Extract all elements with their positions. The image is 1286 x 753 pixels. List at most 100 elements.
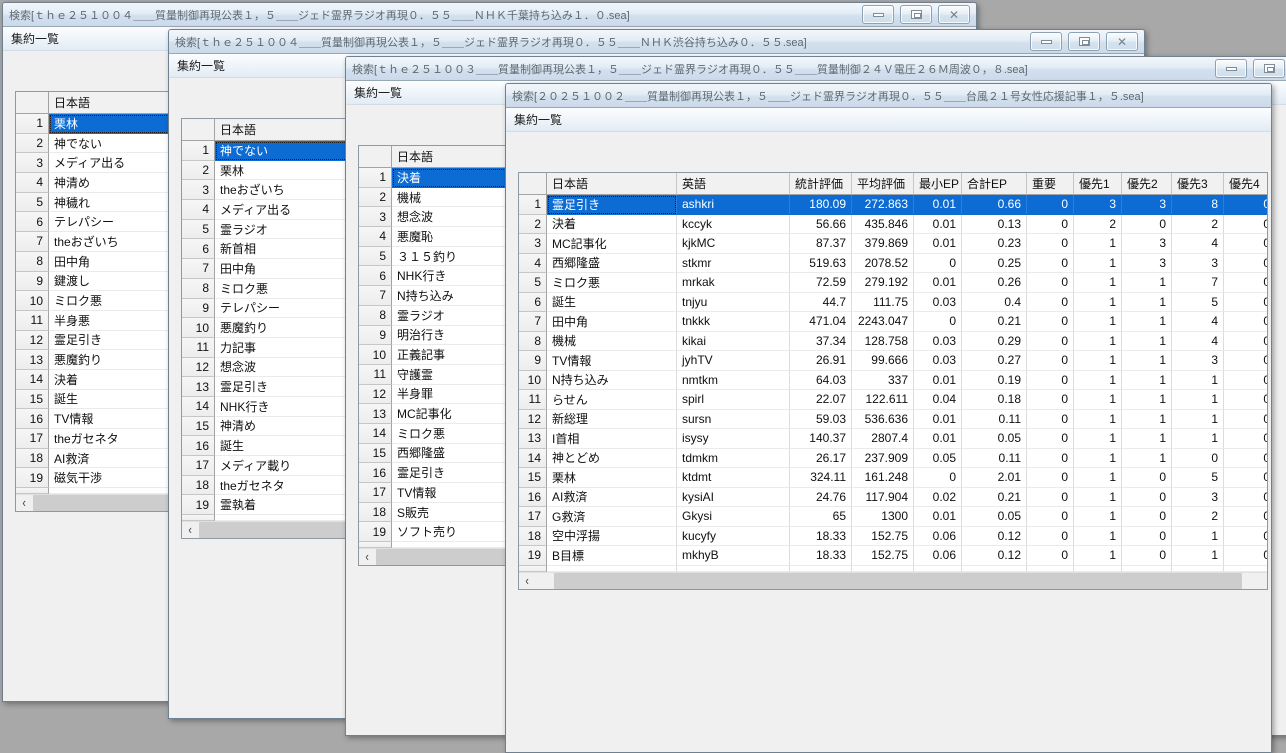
minimize-button[interactable]	[1030, 32, 1062, 51]
cell[interactable]: kjkMC	[677, 234, 790, 254]
cell[interactable]: 0	[1027, 293, 1074, 313]
cell[interactable]: G救済	[547, 507, 677, 527]
cell[interactable]: 4	[1172, 332, 1224, 352]
menu-item-aggregate-list[interactable]: 集約一覧	[354, 84, 402, 101]
cell[interactable]: 1	[1074, 234, 1122, 254]
cell[interactable]: 0.12	[962, 527, 1027, 547]
row-number[interactable]: 5	[359, 247, 392, 267]
column-header[interactable]: 優先4	[1224, 173, 1267, 195]
cell[interactable]: 0.23	[962, 234, 1027, 254]
cell[interactable]: 0.03	[914, 293, 962, 313]
column-header[interactable]: 日本語	[547, 173, 677, 195]
table-row[interactable]: 9TV情報jyhTV26.9199.6660.030.2701130	[519, 351, 1267, 371]
window-titlebar[interactable]: 検索[ｔｈｅ２５１００４＿＿質量制御再現公表１，５＿＿ジェド霊界ラジオ再現０．５…	[3, 3, 976, 27]
cell[interactable]: 87.37	[790, 234, 852, 254]
cell[interactable]: 1	[1074, 351, 1122, 371]
cell[interactable]: 0.02	[914, 488, 962, 508]
close-button[interactable]: ✕	[1106, 32, 1138, 51]
cell[interactable]: 0.01	[914, 273, 962, 293]
cell[interactable]: 0	[1224, 488, 1267, 508]
cell[interactable]: 0	[1027, 215, 1074, 235]
cell[interactable]: 44.7	[790, 293, 852, 313]
row-number[interactable]: 18	[519, 527, 547, 547]
cell[interactable]: 22.07	[790, 390, 852, 410]
row-number[interactable]: 7	[359, 286, 392, 306]
cell[interactable]: 3	[1172, 254, 1224, 274]
cell[interactable]: 空中浮揚	[547, 527, 677, 547]
table-row[interactable]: 16AI救済kysiAI24.76117.9040.020.2101030	[519, 488, 1267, 508]
cell[interactable]: mkhyB	[677, 546, 790, 566]
cell[interactable]: 0.03	[914, 351, 962, 371]
cell[interactable]: 0.05	[962, 429, 1027, 449]
cell[interactable]: 0	[1172, 449, 1224, 469]
cell[interactable]: 536.636	[852, 410, 914, 430]
cell[interactable]: 18.33	[790, 527, 852, 547]
row-number[interactable]: 19	[359, 522, 392, 542]
cell[interactable]: 1	[1074, 332, 1122, 352]
row-number[interactable]: 19	[519, 546, 547, 566]
cell[interactable]: 0	[1027, 195, 1074, 215]
cell[interactable]: 0.27	[962, 351, 1027, 371]
cell[interactable]: 72.59	[790, 273, 852, 293]
cell[interactable]: 5	[1172, 468, 1224, 488]
cell[interactable]: 0	[1224, 351, 1267, 371]
cell[interactable]: 0	[1027, 410, 1074, 430]
row-number[interactable]: 17	[359, 483, 392, 503]
row-number[interactable]: 15	[359, 444, 392, 464]
table-row[interactable]: 10N持ち込みnmtkm64.033370.010.1901110	[519, 371, 1267, 391]
cell[interactable]: 272.863	[852, 195, 914, 215]
cell[interactable]: 152.75	[852, 527, 914, 547]
cell[interactable]: 1	[1074, 468, 1122, 488]
cell[interactable]: 435.846	[852, 215, 914, 235]
cell[interactable]: 117.904	[852, 488, 914, 508]
cell[interactable]: 0	[1027, 234, 1074, 254]
cell[interactable]: 1	[1074, 312, 1122, 332]
cell[interactable]: 0	[1224, 254, 1267, 274]
cell[interactable]: 1	[1122, 390, 1172, 410]
cell[interactable]: 2807.4	[852, 429, 914, 449]
cell[interactable]: 0	[1027, 527, 1074, 547]
cell[interactable]: ktdmt	[677, 468, 790, 488]
cell[interactable]: 3	[1122, 195, 1172, 215]
cell[interactable]: 1	[1172, 527, 1224, 547]
row-number[interactable]: 5	[182, 220, 215, 240]
row-number[interactable]: 18	[16, 449, 49, 469]
cell[interactable]: 0.01	[914, 234, 962, 254]
cell[interactable]: 0	[1122, 546, 1172, 566]
row-number[interactable]: 8	[519, 332, 547, 352]
row-number[interactable]: 6	[182, 239, 215, 259]
cell[interactable]: AI救済	[547, 488, 677, 508]
cell[interactable]: 霊足引き	[547, 195, 677, 215]
cell[interactable]: 0.06	[914, 527, 962, 547]
cell[interactable]: 0	[1122, 527, 1172, 547]
cell[interactable]: 1	[1122, 371, 1172, 391]
cell[interactable]: 3	[1122, 234, 1172, 254]
maximize-button[interactable]	[900, 5, 932, 24]
cell[interactable]: 0	[1027, 488, 1074, 508]
cell[interactable]: 1	[1122, 293, 1172, 313]
cell[interactable]: 1	[1074, 546, 1122, 566]
row-number[interactable]: 4	[182, 200, 215, 220]
cell[interactable]: 0.06	[914, 546, 962, 566]
row-number[interactable]: 2	[519, 215, 547, 235]
cell[interactable]: 1	[1122, 273, 1172, 293]
cell[interactable]: 0.11	[962, 410, 1027, 430]
cell[interactable]: 99.666	[852, 351, 914, 371]
column-header[interactable]: 平均評価	[852, 173, 914, 195]
cell[interactable]: 0.11	[962, 449, 1027, 469]
cell[interactable]: 1	[1074, 449, 1122, 469]
cell[interactable]: 337	[852, 371, 914, 391]
cell[interactable]: 0.05	[962, 507, 1027, 527]
cell[interactable]: 1	[1122, 312, 1172, 332]
cell[interactable]: 0	[1224, 273, 1267, 293]
column-header[interactable]: 優先2	[1122, 173, 1172, 195]
cell[interactable]: らせん	[547, 390, 677, 410]
cell[interactable]: 0.66	[962, 195, 1027, 215]
row-number[interactable]: 2	[359, 188, 392, 208]
cell[interactable]: 0.04	[914, 390, 962, 410]
column-header[interactable]: 優先1	[1074, 173, 1122, 195]
cell[interactable]: 0	[1027, 351, 1074, 371]
cell[interactable]: ミロク悪	[547, 273, 677, 293]
cell[interactable]: I首相	[547, 429, 677, 449]
cell[interactable]: 0.03	[914, 332, 962, 352]
